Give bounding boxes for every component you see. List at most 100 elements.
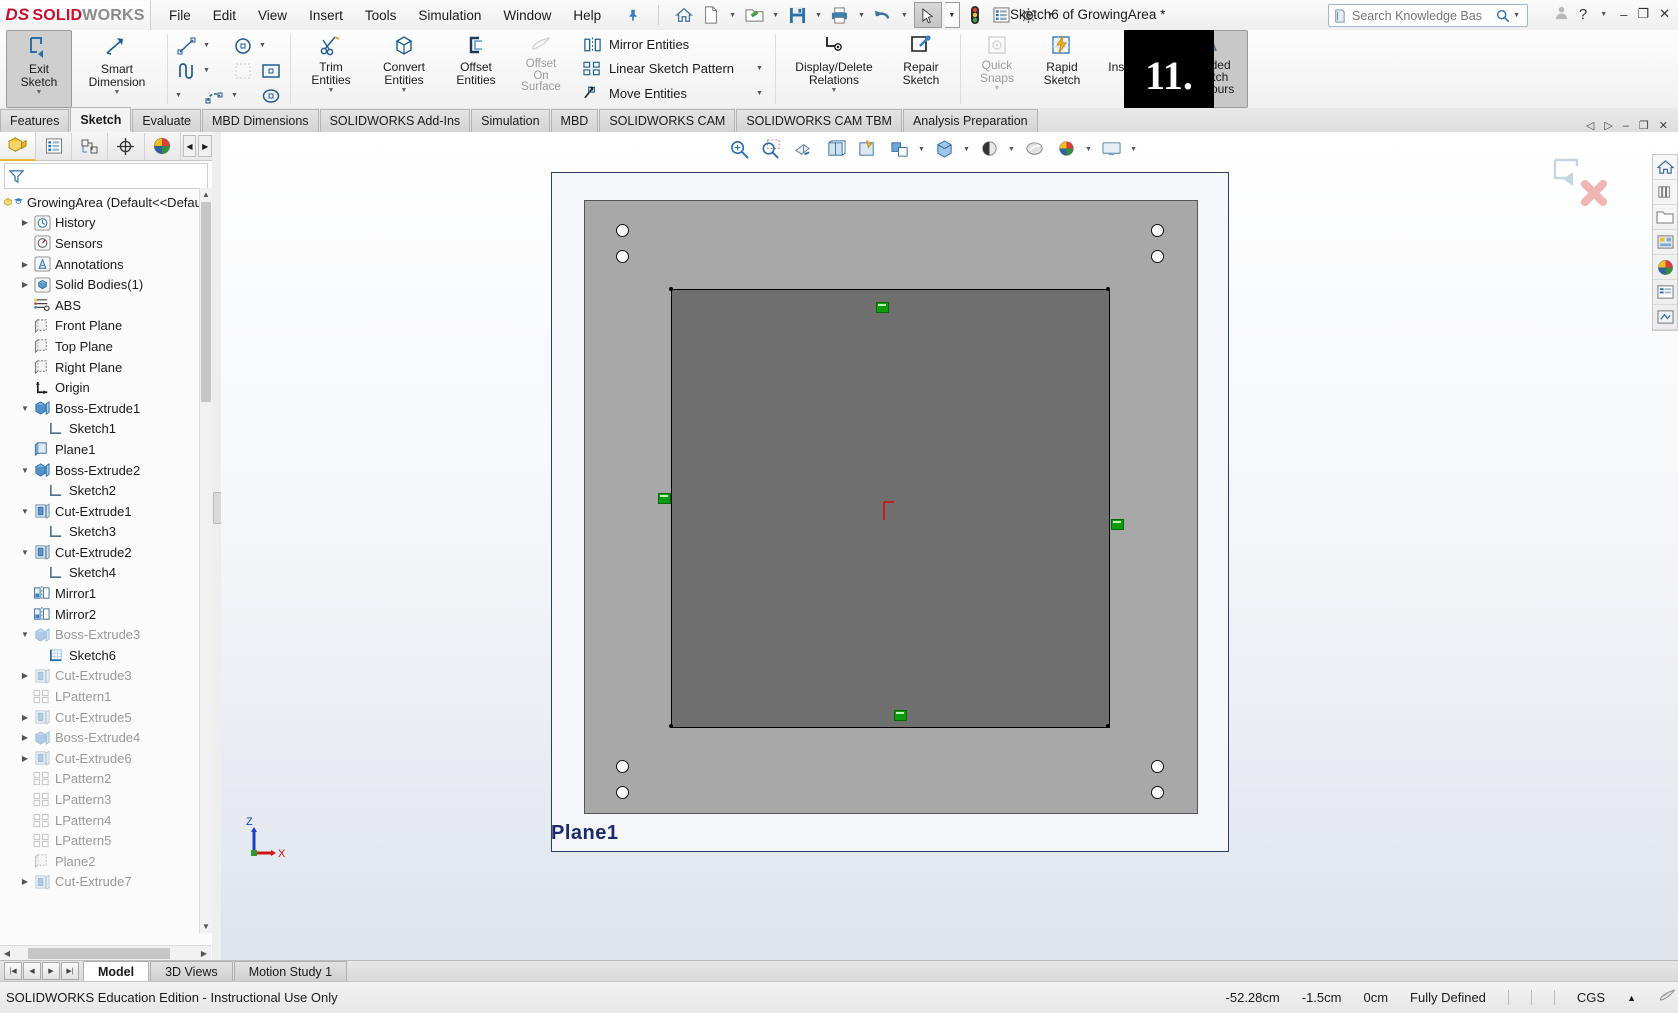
hide-show-dropdown-caret[interactable]: ▼ (917, 146, 926, 153)
hole[interactable] (616, 760, 629, 773)
linear-sketch-pattern-dropdown-caret[interactable]: ▼ (734, 65, 763, 72)
tree-node[interactable]: Sketch2 (0, 480, 200, 501)
relation-marker[interactable] (876, 302, 889, 313)
property-manager-tab[interactable] (36, 132, 73, 160)
tree-node[interactable]: ▼ Cut-Extrude1 (0, 501, 200, 522)
feature-manager-tab[interactable] (0, 131, 37, 161)
tree-node[interactable]: LPattern2 (0, 769, 200, 790)
sketch-vertex[interactable] (669, 724, 673, 728)
zoom-to-fit-icon[interactable] (725, 136, 753, 162)
menu-item-view[interactable]: View (258, 8, 287, 23)
tree-node[interactable]: Sketch4 (0, 563, 200, 584)
chevron-down-icon[interactable]: ▼ (18, 548, 32, 557)
tree-tab-prev-arrow[interactable]: ◀ (182, 135, 197, 157)
tree-node[interactable]: Origin (0, 377, 200, 398)
sketch-vertex[interactable] (1106, 724, 1110, 728)
repair-sketch-button[interactable]: Repair Sketch (887, 30, 955, 108)
chevron-right-icon[interactable]: ▶ (18, 260, 32, 269)
first-tab-button[interactable]: |◀ (4, 962, 22, 980)
units-label[interactable]: CGS (1577, 990, 1605, 1005)
tree-node[interactable]: Front Plane (0, 316, 200, 337)
tree-scroll-up-arrow[interactable]: ▲ (200, 188, 212, 201)
chevron-right-icon[interactable]: ▶ (18, 754, 32, 763)
doc-tab-3d-views[interactable]: 3D Views (150, 961, 233, 982)
tab-mbd[interactable]: MBD (550, 109, 599, 132)
new-document-dropdown-caret[interactable]: ▼ (726, 12, 739, 19)
next-tab-button[interactable]: ▶ (42, 962, 60, 980)
line-icon[interactable] (173, 33, 201, 59)
ellipse-icon[interactable] (257, 83, 285, 109)
chevron-right-icon[interactable]: ▶ (18, 280, 32, 289)
view-orientation-icon[interactable] (821, 136, 849, 162)
trim-entities-button[interactable]: Trim Entities ▼ (296, 30, 366, 108)
graphics-area[interactable]: ▼ ▼ ▼ ▼ ▼ Plane1 Z X (221, 132, 1678, 960)
last-tab-button[interactable]: ▶| (61, 962, 79, 980)
menu-item-file[interactable]: File (169, 8, 191, 23)
file-explorer-icon[interactable] (1653, 205, 1677, 230)
mirror-entities-button[interactable]: Mirror Entities (578, 34, 768, 55)
apply-scene-icon[interactable] (975, 136, 1003, 162)
tree-node[interactable]: Sketch6 (0, 645, 200, 666)
tree-node[interactable]: Sketch1 (0, 419, 200, 440)
hole[interactable] (1151, 760, 1164, 773)
tree-node[interactable]: Plane2 (0, 851, 200, 872)
doc-next-arrow-icon[interactable]: ▷ (1604, 119, 1612, 132)
scene-dropdown-caret[interactable]: ▼ (1007, 146, 1016, 153)
edit-material-icon[interactable] (1658, 988, 1676, 1007)
tree-node[interactable]: ▶ Annotations (0, 254, 200, 275)
color-dropdown-caret[interactable]: ▼ (1084, 146, 1093, 153)
appearance-dropdown-caret[interactable]: ▼ (962, 146, 971, 153)
select-cursor-icon[interactable] (913, 2, 942, 28)
menu-item-simulation[interactable]: Simulation (418, 8, 481, 23)
spline-dropdown-caret[interactable]: ▼ (201, 58, 212, 83)
rebuild-icon[interactable] (963, 3, 987, 27)
tree-vertical-scrollbar[interactable]: ▲ ▼ (199, 188, 212, 933)
restore-button[interactable]: ❐ (1637, 6, 1649, 22)
tree-node[interactable]: ▶ Solid Bodies(1) (0, 274, 200, 295)
tab-solidworks-add-ins[interactable]: SOLIDWORKS Add-Ins (319, 109, 471, 132)
sketch-origin[interactable] (881, 499, 907, 525)
units-caret-icon[interactable]: ▲ (1627, 993, 1636, 1003)
chevron-right-icon[interactable]: ▶ (18, 671, 32, 680)
configuration-manager-tab[interactable] (72, 132, 109, 160)
trim-entities-dropdown-caret[interactable]: ▼ (328, 87, 335, 94)
section-view-icon[interactable] (789, 136, 817, 162)
tree-scroll-thumb[interactable] (201, 202, 211, 402)
tree-node[interactable]: LPattern1 (0, 686, 200, 707)
convert-entities-dropdown-caret[interactable]: ▼ (401, 87, 408, 94)
prev-tab-button[interactable]: ◀ (23, 962, 41, 980)
close-button[interactable]: ✕ (1659, 6, 1670, 22)
design-library-icon[interactable] (1653, 180, 1677, 205)
chevron-down-icon[interactable]: ▼ (18, 630, 32, 639)
tree-scroll-left-arrow[interactable]: ◀ (0, 949, 14, 958)
tab-solidworks-cam-tbm[interactable]: SOLIDWORKS CAM TBM (736, 109, 902, 132)
open-folder-dropdown-caret[interactable]: ▼ (769, 12, 782, 19)
menu-item-edit[interactable]: Edit (213, 8, 236, 23)
tree-node[interactable]: ▶ History (0, 213, 200, 234)
view-palette-icon[interactable] (1653, 230, 1677, 255)
help-dropdown-caret[interactable]: ▼ (1597, 11, 1610, 18)
tab-evaluate[interactable]: Evaluate (132, 109, 201, 132)
tree-filter-bar[interactable] (4, 163, 208, 189)
tree-node[interactable]: ▼ Boss-Extrude2 (0, 460, 200, 481)
display-monitor-dropdown-caret[interactable]: ▼ (1129, 146, 1138, 153)
display-delete-relations-dropdown-caret[interactable]: ▼ (831, 87, 838, 94)
relation-marker[interactable] (1111, 519, 1124, 530)
tab-solidworks-cam[interactable]: SOLIDWORKS CAM (599, 109, 736, 132)
smart-dimension-button[interactable]: Smart Dimension ▼ (72, 30, 162, 108)
menu-item-help[interactable]: Help (573, 8, 601, 23)
doc-tab-model[interactable]: Model (83, 961, 150, 982)
save-dropdown-caret[interactable]: ▼ (812, 12, 825, 19)
circle-dropdown-caret[interactable]: ▼ (257, 33, 268, 58)
display-manager-tab[interactable] (145, 132, 181, 160)
doc-tab-motion-study[interactable]: Motion Study 1 (233, 961, 348, 982)
sketch-vertex[interactable] (669, 287, 673, 291)
tree-node[interactable]: Top Plane (0, 336, 200, 357)
tree-node[interactable]: LPattern4 (0, 810, 200, 831)
new-document-icon[interactable] (699, 3, 723, 27)
home-icon[interactable] (1653, 155, 1677, 180)
tab-simulation[interactable]: Simulation (471, 109, 550, 132)
tree-node[interactable]: Mirror2 (0, 604, 200, 625)
hole[interactable] (1151, 786, 1164, 799)
relation-marker[interactable] (894, 710, 907, 721)
